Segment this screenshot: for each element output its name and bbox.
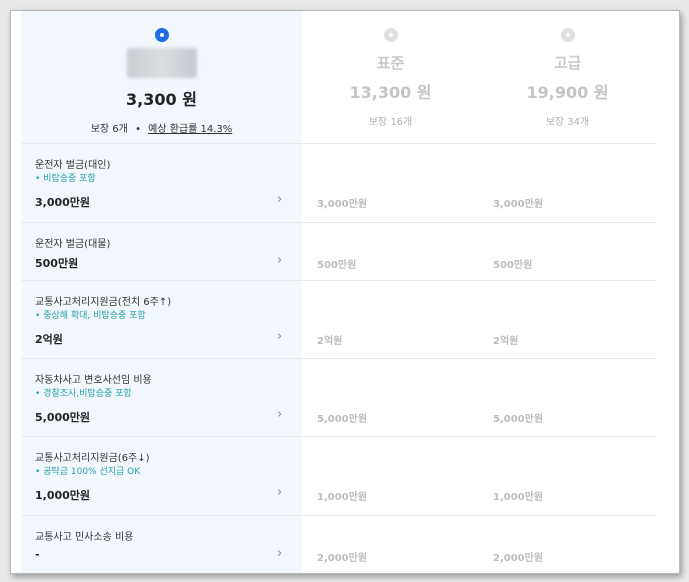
separator-dot: • [135, 124, 141, 135]
coverage-note: • 경찰조사,비탑승중 포함 [35, 389, 132, 399]
coverage-note: • 비탑승중 포함 [35, 174, 96, 184]
chevron-right-icon[interactable]: › [277, 546, 282, 561]
coverage-row[interactable]: 운전자 벌금(대인) • 비탑승중 포함 3,000만원 › 3,000만원 3… [11, 144, 679, 222]
radio-unselected-icon[interactable] [383, 28, 398, 42]
plan-premium[interactable]: 고급 19,900 원 보장 34개 [479, 11, 656, 128]
standard-amount: 2,000만원 [317, 553, 368, 564]
coverage-count: 보장 16개 [368, 117, 413, 128]
coverage-amount: 1,000만원 [35, 489, 91, 502]
standard-amount: 2억원 [317, 336, 343, 347]
coverage-row[interactable]: 자동차사고 변호사선임 비용 • 경찰조사,비탑승중 포함 5,000만원 › … [11, 359, 679, 436]
standard-amount: 5,000만원 [317, 414, 368, 425]
refund-rate-link[interactable]: 예상 환급률 14.3% [148, 124, 232, 135]
coverage-row[interactable]: 교통사고 민사소송 비용 - › 2,000만원 2,000만원 [11, 516, 679, 573]
coverage-title: 교통사고 민사소송 비용 [35, 532, 134, 543]
plan-name: 고급 [553, 54, 582, 72]
radio-selected-icon[interactable] [154, 28, 169, 42]
coverage-title: 운전자 벌금(대물) [35, 239, 111, 250]
premium-amount: 2억원 [493, 336, 519, 347]
coverage-row[interactable]: 교통사고처리지원금(전치 6주↑) • 중상해 확대, 비탑승중 포함 2억원 … [11, 281, 679, 358]
coverage-title: 자동차사고 변호사선임 비용 [35, 375, 152, 386]
coverage-count: 보장 6개 [90, 124, 128, 135]
plan-summary: 보장 6개 • 예상 환급률 14.3% [21, 120, 302, 135]
premium-amount: 5,000만원 [493, 414, 544, 425]
coverage-amount: - [35, 548, 40, 561]
plan-basic[interactable]: 3,300 원 보장 6개 • 예상 환급률 14.3% [21, 11, 302, 135]
plan-comparison-panel: 3,300 원 보장 6개 • 예상 환급률 14.3% 표준 13,300 원… [10, 10, 680, 574]
coverage-note: • 중상해 확대, 비탑승중 포함 [35, 311, 146, 321]
premium-amount: 500만원 [493, 260, 533, 271]
premium-amount: 2,000만원 [493, 553, 544, 564]
coverage-note: • 공탁금 100% 선지급 OK [35, 467, 141, 477]
coverage-amount: 5,000만원 [35, 411, 91, 424]
coverage-title: 운전자 벌금(대인) [35, 160, 111, 171]
premium-amount: 3,000만원 [493, 199, 544, 210]
coverage-row[interactable]: 교통사고처리지원금(6주↓) • 공탁금 100% 선지급 OK 1,000만원… [11, 437, 679, 515]
blurred-plan-name [126, 48, 197, 78]
chevron-right-icon[interactable]: › [277, 329, 282, 344]
coverage-row[interactable]: 운전자 벌금(대물) 500만원 › 500만원 500만원 [11, 223, 679, 280]
radio-unselected-icon[interactable] [560, 28, 575, 42]
standard-amount: 3,000만원 [317, 199, 368, 210]
chevron-right-icon[interactable]: › [277, 192, 282, 207]
coverage-count: 보장 34개 [545, 117, 590, 128]
coverage-amount: 3,000만원 [35, 196, 91, 209]
plan-price: 19,900 원 [526, 83, 609, 102]
coverage-title: 교통사고처리지원금(6주↓) [35, 453, 150, 464]
standard-amount: 500만원 [317, 260, 357, 271]
chevron-right-icon[interactable]: › [277, 407, 282, 422]
plan-price: 3,300 원 [126, 90, 197, 109]
plan-name: 표준 [376, 54, 405, 72]
premium-amount: 1,000만원 [493, 492, 544, 503]
plan-price: 13,300 원 [349, 83, 432, 102]
chevron-right-icon[interactable]: › [277, 485, 282, 500]
coverage-amount: 500만원 [35, 257, 79, 270]
standard-amount: 1,000만원 [317, 492, 368, 503]
coverage-title: 교통사고처리지원금(전치 6주↑) [35, 297, 172, 308]
coverage-amount: 2억원 [35, 333, 63, 346]
chevron-right-icon[interactable]: › [277, 253, 282, 268]
plan-standard[interactable]: 표준 13,300 원 보장 16개 [302, 11, 479, 128]
